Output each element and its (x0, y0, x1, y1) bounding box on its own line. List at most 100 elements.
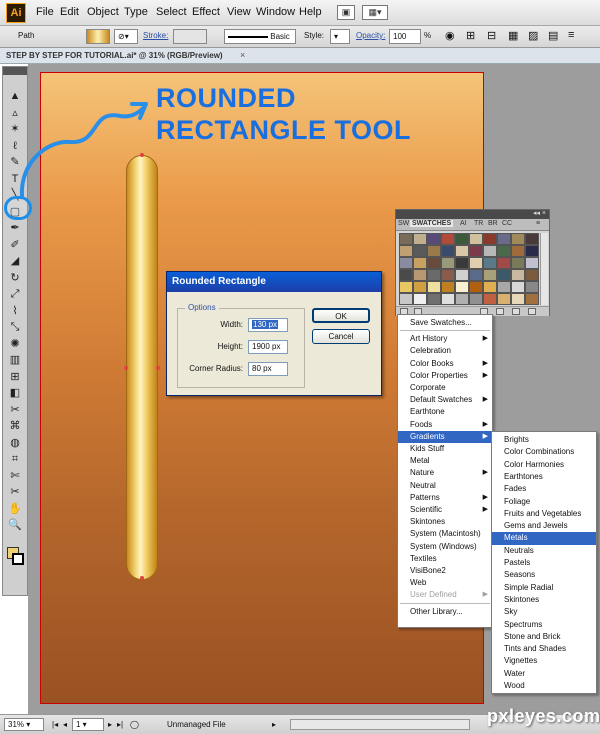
library-menu-item[interactable]: Foods ▶ (398, 419, 492, 431)
zoom-field[interactable]: 31% ▾ (4, 718, 44, 731)
stroke-color-swatch[interactable] (12, 553, 24, 565)
swatch[interactable] (413, 233, 427, 245)
eyedropper-tool[interactable]: ✂ (7, 403, 23, 417)
swatch[interactable] (483, 245, 497, 257)
panel-menu-icon[interactable]: ≡ (568, 29, 574, 41)
swatch[interactable] (469, 245, 483, 257)
swatch[interactable] (413, 293, 427, 305)
swatch[interactable] (455, 281, 469, 293)
gradients-menu-item[interactable]: Spectrums (492, 619, 596, 631)
swatch[interactable] (455, 233, 469, 245)
live-paint-tool[interactable]: ◍ (7, 436, 23, 450)
warp-tool[interactable]: ⌇ (7, 304, 23, 318)
swatch[interactable] (483, 269, 497, 281)
style-dropdown[interactable]: ▾ (330, 29, 350, 44)
library-menu-item[interactable]: Scientific ▶ (398, 504, 492, 516)
swatch[interactable] (441, 257, 455, 269)
library-menu-item[interactable]: Patterns ▶ (398, 492, 492, 504)
swatch[interactable] (525, 257, 539, 269)
menu-file[interactable]: File (36, 6, 54, 18)
library-menu-item[interactable]: Metal (398, 455, 492, 467)
swatch[interactable] (469, 233, 483, 245)
gradients-menu-item[interactable]: Vignettes (492, 655, 596, 667)
swatch[interactable] (511, 269, 525, 281)
swatches-panel-header[interactable]: ◂◂ × (396, 210, 549, 219)
tools-panel-header[interactable] (3, 67, 27, 75)
swatches-scrollbar[interactable] (540, 233, 548, 305)
swatch[interactable] (413, 269, 427, 281)
symbol-sprayer-tool[interactable]: ✺ (7, 337, 23, 351)
gradients-menu-item[interactable]: Earthtones (492, 471, 596, 483)
document-tab[interactable]: STEP BY STEP FOR TUTORIAL.ai* @ 31% (RGB… (0, 48, 600, 64)
rotate-tool[interactable]: ↻ (7, 271, 23, 285)
swatch[interactable] (525, 281, 539, 293)
delete-icon[interactable] (528, 308, 536, 315)
swatch[interactable] (413, 281, 427, 293)
swatch[interactable] (427, 233, 441, 245)
library-menu-item[interactable]: Color Books ▶ (398, 358, 492, 370)
panel-menu-icon[interactable]: ≡ (536, 220, 540, 227)
library-menu-item[interactable]: Color Properties ▶ (398, 370, 492, 382)
swatch[interactable] (497, 233, 511, 245)
library-menu-item[interactable]: Kids Stuff (398, 443, 492, 455)
free-transform-tool[interactable]: ⤡ (7, 320, 23, 334)
column-graph-tool[interactable]: ▥ (7, 353, 23, 367)
swatch[interactable] (511, 245, 525, 257)
rounded-rectangle-shape[interactable] (126, 155, 158, 580)
library-menu-item[interactable]: Nature ▶ (398, 467, 492, 479)
swatch[interactable] (469, 257, 483, 269)
swatch[interactable] (483, 281, 497, 293)
swatch[interactable] (455, 293, 469, 305)
gradients-menu-item[interactable]: Brights (492, 434, 596, 446)
gradients-menu-item[interactable]: Stone and Brick (492, 631, 596, 643)
isolate-icon[interactable]: ▨ (528, 29, 538, 42)
hand-tool[interactable]: ✋ (7, 502, 23, 516)
paintbrush-tool[interactable]: ✒ (7, 221, 23, 235)
menu-select[interactable]: Select (156, 6, 187, 18)
gradients-menu-item[interactable]: Fades (492, 483, 596, 495)
anchor-point-top[interactable] (140, 153, 144, 157)
anchor-point-right[interactable] (156, 366, 160, 370)
selection-tool[interactable]: ▲ (7, 89, 23, 103)
tab-cc[interactable]: CC (502, 220, 512, 227)
swatch[interactable] (427, 257, 441, 269)
swatch[interactable] (525, 293, 539, 305)
gradients-menu-item[interactable]: Pastels (492, 557, 596, 569)
swatch[interactable] (497, 293, 511, 305)
library-menu-item[interactable]: System (Macintosh) (398, 528, 492, 540)
library-menu-item[interactable]: Earthtone (398, 406, 492, 418)
swatch[interactable] (525, 245, 539, 257)
swatch[interactable] (441, 269, 455, 281)
status-menu-icon[interactable]: ▸ (272, 720, 276, 729)
first-page-icon[interactable]: |◂ (52, 720, 58, 729)
library-menu-item[interactable]: Web (398, 577, 492, 589)
library-menu-item[interactable]: Art History ▶ (398, 333, 492, 345)
gradients-menu-item[interactable]: Neutrals (492, 545, 596, 557)
menu-help[interactable]: Help (299, 6, 322, 18)
library-menu-item[interactable]: Neutral (398, 480, 492, 492)
swatch[interactable] (399, 245, 413, 257)
menu-type[interactable]: Type (124, 6, 148, 18)
swatch[interactable] (469, 281, 483, 293)
swatch[interactable] (497, 245, 511, 257)
swatch[interactable] (441, 281, 455, 293)
crop-tool[interactable]: ⌗ (7, 452, 23, 466)
swatch[interactable] (399, 233, 413, 245)
magic-wand-tool[interactable]: ✶ (7, 122, 23, 136)
swatch[interactable] (469, 293, 483, 305)
gradients-menu-item[interactable]: Water (492, 668, 596, 680)
scissors-tool[interactable]: ✂ (7, 485, 23, 499)
swatch[interactable] (497, 269, 511, 281)
library-menu-item[interactable]: VisiBone2 (398, 565, 492, 577)
eraser-tool[interactable]: ◢ (7, 254, 23, 268)
swatch[interactable] (399, 257, 413, 269)
ok-button[interactable]: OK (312, 308, 370, 323)
fill-swatch[interactable] (86, 29, 110, 44)
swatch[interactable] (455, 269, 469, 281)
stroke-swatch[interactable]: ⊘▾ (114, 29, 138, 44)
swatch[interactable] (427, 293, 441, 305)
opacity-field[interactable]: 100 (389, 29, 421, 44)
transform-icon-2[interactable]: ▦ (508, 29, 518, 42)
swatch[interactable] (525, 269, 539, 281)
direct-selection-tool[interactable]: ▵ (7, 106, 23, 120)
